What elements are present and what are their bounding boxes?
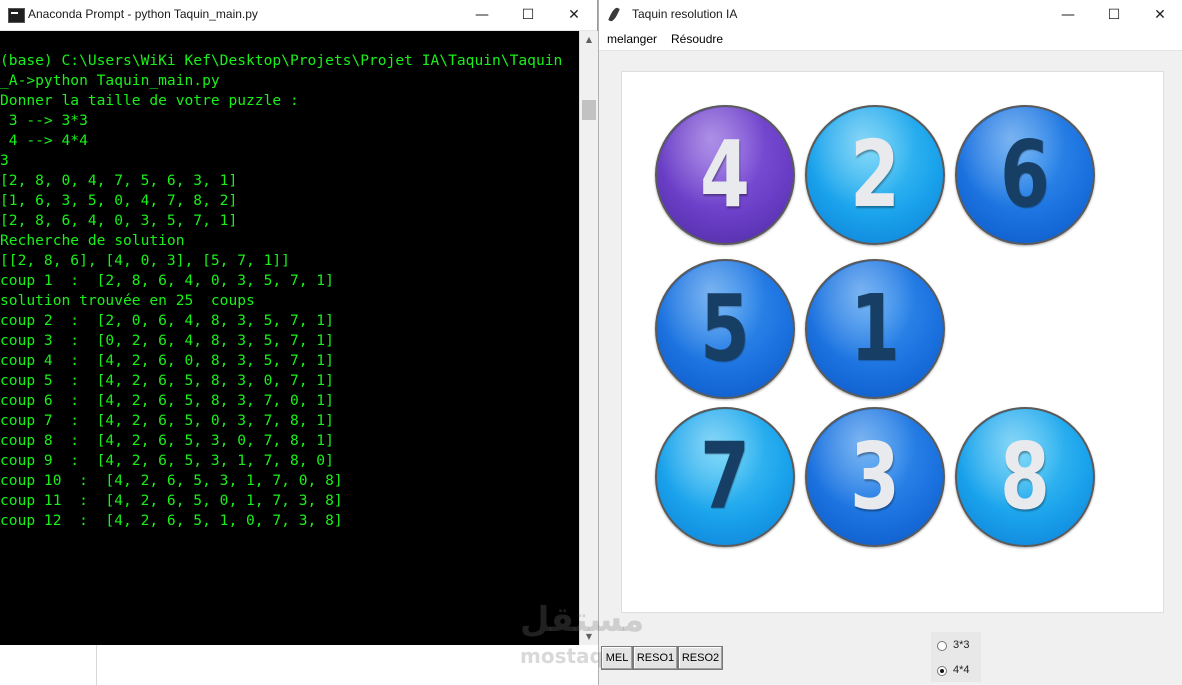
radio-4x4[interactable] [937,666,947,676]
console-line: coup 8 : [4, 2, 6, 5, 3, 0, 7, 8, 1] [0,432,334,449]
puzzle-tile-6[interactable]: 6 [955,105,1095,245]
console-line: coup 2 : [2, 0, 6, 4, 8, 3, 5, 7, 1] [0,312,334,329]
puzzle-tile-8[interactable]: 8 [955,407,1095,547]
scroll-thumb[interactable] [582,100,596,120]
tile-number: 4 [700,121,750,228]
scroll-up-arrow-icon[interactable]: ▲ [580,31,598,48]
tile-number: 8 [1000,423,1050,530]
console-scrollbar[interactable]: ▲ ▼ [579,31,598,645]
console-maximize-button[interactable]: ☐ [505,0,551,30]
tile-number: 1 [850,275,900,382]
console-line: coup 3 : [0, 2, 6, 4, 8, 3, 5, 7, 1] [0,332,334,349]
console-line: coup 6 : [4, 2, 6, 5, 8, 3, 7, 0, 1] [0,392,334,409]
console-line: [[2, 8, 6], [4, 0, 3], [5, 7, 1]] [0,252,290,269]
console-output[interactable]: (base) C:\Users\WiKi Kef\Desktop\Projets… [0,31,579,645]
tile-number: 3 [850,423,900,530]
console-line: 3 [0,152,9,169]
puzzle-tile-4[interactable]: 4 [655,105,795,245]
console-line: coup 11 : [4, 2, 6, 5, 0, 1, 7, 3, 8] [0,492,343,509]
app-maximize-button[interactable]: ☐ [1091,0,1137,30]
watermark-logo: مستقل mostaq [520,600,670,670]
app-title-bar[interactable]: Taquin resolution IA — ☐ ✕ [599,0,1182,30]
terminal-icon [8,8,25,23]
console-line: coup 1 : [2, 8, 6, 4, 0, 3, 5, 7, 1] [0,272,334,289]
console-line: [2, 8, 6, 4, 0, 3, 5, 7, 1] [0,212,238,229]
menu-resoudre[interactable]: Résoudre [671,32,723,46]
watermark-arabic: مستقل [520,600,645,640]
console-line: 3 --> 3*3 [0,112,88,129]
console-minimize-button[interactable]: — [459,0,505,30]
puzzle-tile-1[interactable]: 1 [805,259,945,399]
console-line: coup 5 : [4, 2, 6, 5, 8, 3, 0, 7, 1] [0,372,334,389]
console-line: coup 10 : [4, 2, 6, 5, 3, 1, 7, 0, 8] [0,472,343,489]
console-line: _A->python Taquin_main.py [0,72,220,89]
desktop-background [0,645,600,685]
tile-number: 7 [700,423,750,530]
tile-number: 2 [850,121,900,228]
tile-number: 6 [1000,121,1050,228]
reso2-button[interactable]: RESO2 [678,646,723,670]
app-minimize-button[interactable]: — [1045,0,1091,30]
console-line: coup 4 : [4, 2, 6, 0, 8, 3, 5, 7, 1] [0,352,334,369]
radio-3x3[interactable] [937,641,947,651]
tk-feather-icon [608,6,620,23]
console-line: 4 --> 4*4 [0,132,88,149]
menu-melanger[interactable]: melanger [607,32,657,46]
console-line: Recherche de solution [0,232,185,249]
app-title: Taquin resolution IA [632,7,738,21]
radio-3x3-label[interactable]: 3*3 [953,639,970,651]
console-line: coup 12 : [4, 2, 6, 5, 1, 0, 7, 3, 8] [0,512,343,529]
console-lines: (base) C:\Users\WiKi Kef\Desktop\Projets… [0,51,562,531]
taquin-app-window: Taquin resolution IA — ☐ ✕ melanger Réso… [598,0,1182,685]
console-line: Donner la taille de votre puzzle : [0,92,299,109]
background-divider [96,645,97,685]
tile-number: 5 [700,275,750,382]
console-title: Anaconda Prompt - python Taquin_main.py [28,7,258,21]
radio-4x4-label[interactable]: 4*4 [953,664,970,676]
console-line: coup 7 : [4, 2, 6, 5, 0, 3, 7, 8, 1] [0,412,334,429]
puzzle-board[interactable]: 426 51738 [621,71,1164,613]
puzzle-tile-5[interactable]: 5 [655,259,795,399]
console-close-button[interactable]: ✕ [551,0,597,30]
console-line: [1, 6, 3, 5, 0, 4, 7, 8, 2] [0,192,238,209]
size-radio-group: 3*3 4*4 [931,632,981,682]
puzzle-tile-2[interactable]: 2 [805,105,945,245]
puzzle-tile-3[interactable]: 3 [805,407,945,547]
menu-bar: melanger Résoudre [599,30,1182,51]
console-line: coup 9 : [4, 2, 6, 5, 3, 1, 7, 8, 0] [0,452,334,469]
app-close-button[interactable]: ✕ [1137,0,1182,30]
console-line: [2, 8, 0, 4, 7, 5, 6, 3, 1] [0,172,238,189]
anaconda-prompt-window: Anaconda Prompt - python Taquin_main.py … [0,0,598,645]
watermark-latin: mostaq [520,644,604,668]
console-line: solution trouvée en 25 coups [0,292,255,309]
puzzle-tile-7[interactable]: 7 [655,407,795,547]
console-title-bar[interactable]: Anaconda Prompt - python Taquin_main.py … [0,0,597,31]
console-line: (base) C:\Users\WiKi Kef\Desktop\Projets… [0,52,563,69]
